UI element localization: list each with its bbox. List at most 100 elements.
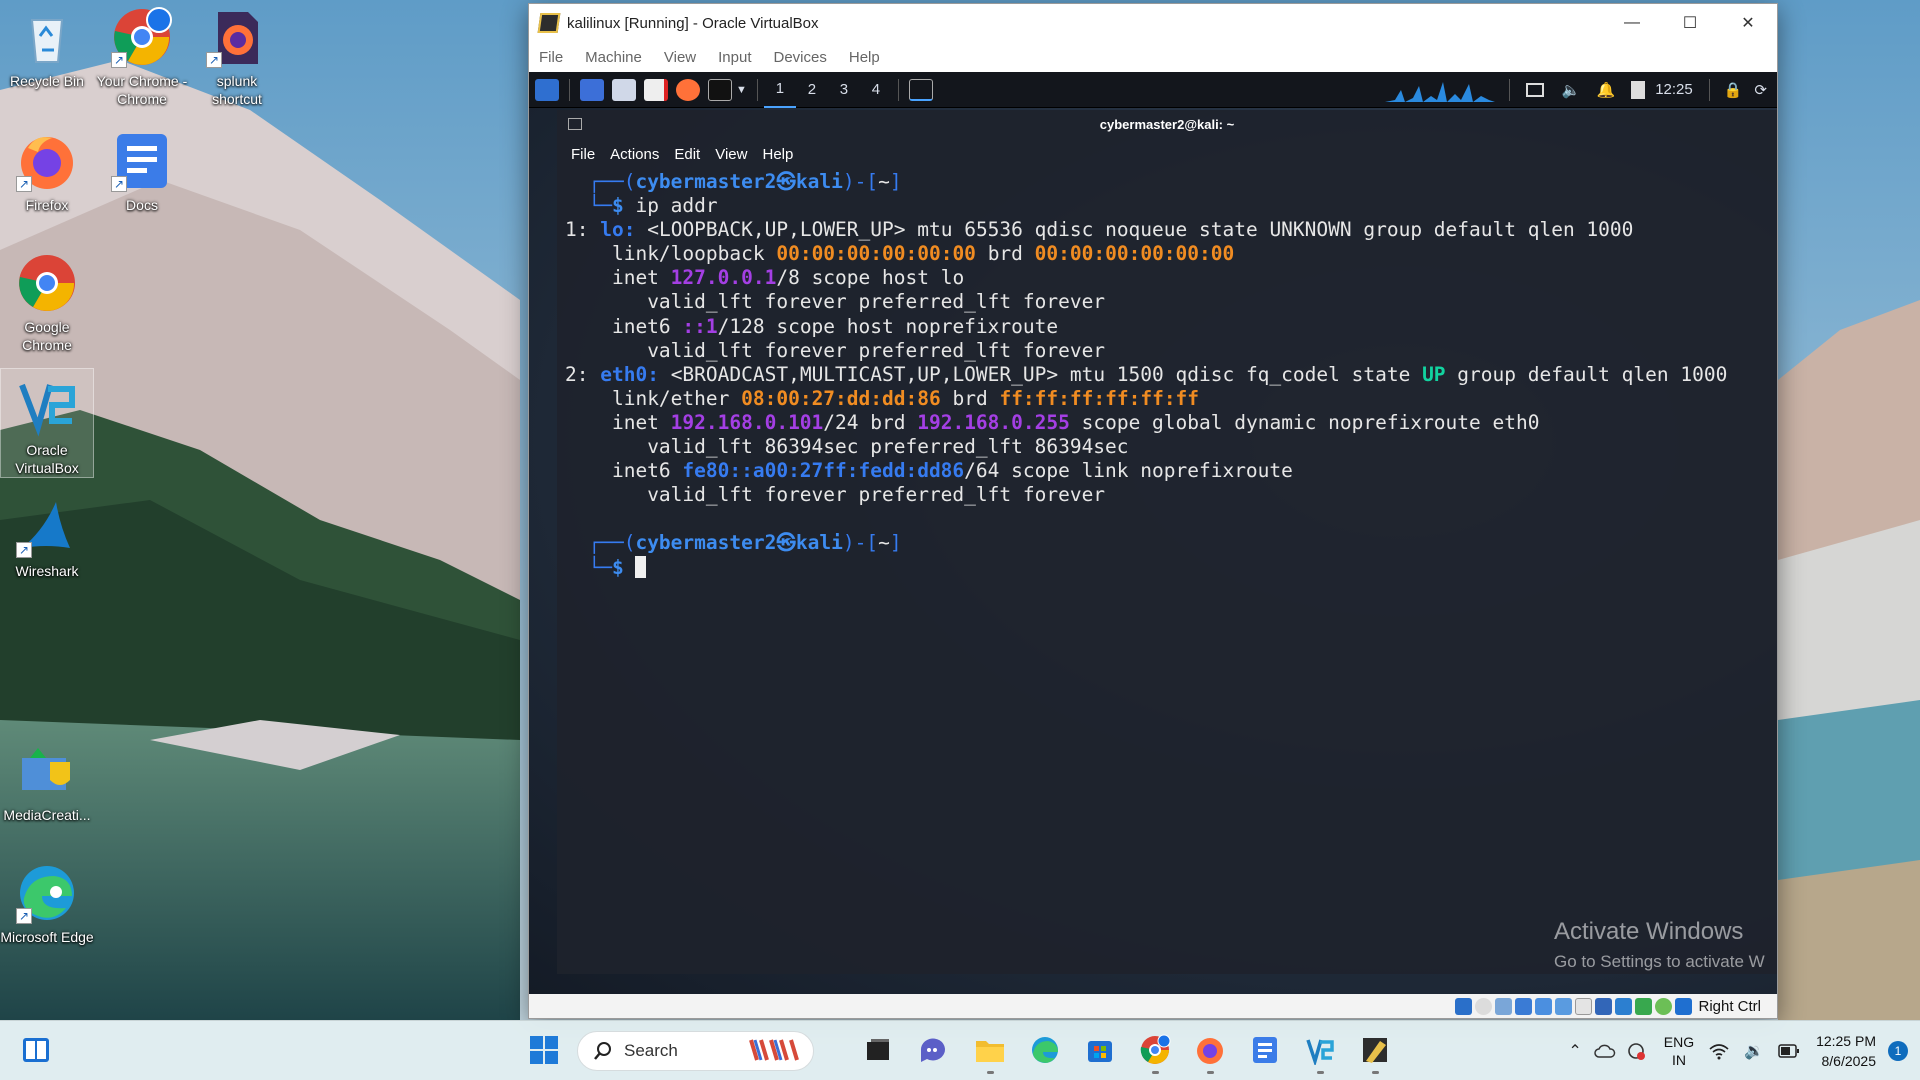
- terminal-launcher-icon[interactable]: [708, 78, 732, 101]
- virtualbox-window[interactable]: kalilinux [Running] - Oracle VirtualBox …: [528, 3, 1778, 1019]
- battery-icon[interactable]: [1631, 80, 1646, 99]
- guest-display[interactable]: ▼ 1 2 3 4 🔈 🔔 12:25 🔒 ⟳ cybermaster2@kal…: [529, 72, 1777, 996]
- desktop-icon-splunk[interactable]: ↗ splunk shortcut: [190, 0, 284, 108]
- panel-separator: [897, 78, 899, 101]
- widgets-button[interactable]: [18, 1032, 54, 1068]
- term-menu-file[interactable]: File: [571, 146, 595, 163]
- term-menu-view[interactable]: View: [715, 146, 747, 163]
- system-tray: ⌃ ENG IN 🔉 12:25 PM 8/6/2025 1: [1568, 1021, 1920, 1080]
- workspace-4[interactable]: 4: [860, 81, 892, 98]
- taskbar-chrome[interactable]: [1137, 1032, 1173, 1074]
- workspace-3[interactable]: 3: [828, 81, 860, 98]
- terminal-task-icon[interactable]: [908, 78, 933, 101]
- text-editor-icon[interactable]: [644, 78, 668, 101]
- storage-status-icon[interactable]: [1455, 997, 1473, 1015]
- mouse-integration-icon[interactable]: [1615, 997, 1633, 1015]
- close-button[interactable]: ✕: [1719, 4, 1777, 42]
- output-lo-link: link/loopback 00:00:00:00:00:00 brd 00:0…: [611, 242, 1235, 266]
- running-indicator: [1152, 1071, 1159, 1074]
- term-menu-edit[interactable]: Edit: [674, 146, 700, 163]
- desktop-icon-recycle-bin[interactable]: Recycle Bin: [0, 0, 94, 90]
- vbox-menu-input[interactable]: Input: [718, 49, 751, 66]
- media-creation-tool-icon: [16, 740, 78, 802]
- running-indicator: [987, 1071, 994, 1074]
- vbox-window-title: kalilinux [Running] - Oracle VirtualBox: [567, 14, 819, 32]
- recording-status-icon[interactable]: [1595, 997, 1613, 1015]
- cpu-status-icon[interactable]: [1635, 997, 1653, 1015]
- battery-icon[interactable]: [1778, 1044, 1800, 1058]
- desktop-icon-google-chrome[interactable]: Google Chrome: [0, 246, 94, 354]
- vbox-menubar: File Machine View Input Devices Help: [529, 42, 1777, 72]
- shared-folder-icon[interactable]: [1555, 997, 1573, 1015]
- vbox-menu-machine[interactable]: Machine: [585, 49, 642, 66]
- host-key-label: Right Ctrl: [1698, 997, 1761, 1015]
- usb-status-icon[interactable]: [1535, 997, 1553, 1015]
- taskbar-teams[interactable]: [915, 1032, 951, 1068]
- vbox-menu-devices[interactable]: Devices: [774, 49, 827, 66]
- terminal-titlebar[interactable]: cybermaster2@kali: ~: [557, 110, 1777, 138]
- input-language-indicator[interactable]: ENG IN: [1664, 1033, 1694, 1069]
- vbox-menu-help[interactable]: Help: [849, 49, 880, 66]
- vbox-titlebar[interactable]: kalilinux [Running] - Oracle VirtualBox …: [529, 4, 1777, 42]
- panel-clock[interactable]: 12:25: [1655, 81, 1693, 98]
- optical-drive-icon[interactable]: [1475, 997, 1493, 1015]
- notification-bell-icon[interactable]: 🔔: [1597, 81, 1616, 99]
- taskbar-docs[interactable]: [1247, 1032, 1283, 1068]
- edge-icon: ↗: [16, 862, 78, 924]
- notification-badge[interactable]: 1: [1888, 1041, 1908, 1061]
- desktop-icon-label: Microsoft Edge: [0, 929, 94, 945]
- desktop-icon-chrome-profile[interactable]: ↗ Your Chrome - Chrome: [95, 0, 189, 108]
- taskbar-file-explorer[interactable]: [972, 1032, 1008, 1074]
- vbox-menu-file[interactable]: File: [539, 49, 563, 66]
- taskbar-kali-vm[interactable]: [1357, 1032, 1393, 1074]
- onedrive-cloud-icon[interactable]: [1594, 1043, 1616, 1059]
- output-eth0-header: 2: eth0: <BROADCAST,MULTICAST,UP,LOWER_U…: [565, 362, 1728, 386]
- output-lo-lft2: valid_lft forever preferred_lft forever: [647, 338, 1106, 362]
- show-hidden-icons-chevron-icon[interactable]: ⌃: [1568, 1041, 1581, 1061]
- taskbar-edge[interactable]: [1027, 1032, 1063, 1068]
- display-status-icon[interactable]: [1575, 997, 1593, 1015]
- wifi-icon[interactable]: [1708, 1042, 1730, 1060]
- desktop-icon-wireshark[interactable]: ↗ Wireshark: [0, 490, 94, 580]
- vbox-menu-view[interactable]: View: [664, 49, 696, 66]
- wireshark-icon: ↗: [16, 496, 78, 558]
- kali-menu-icon[interactable]: [535, 78, 559, 101]
- taskbar-task-view[interactable]: [860, 1032, 896, 1068]
- minimize-button[interactable]: —: [1603, 4, 1661, 42]
- volume-icon[interactable]: 🔉: [1744, 1041, 1764, 1061]
- firefox-icon[interactable]: [676, 78, 700, 101]
- desktop-icon-docs[interactable]: ↗ Docs: [95, 124, 189, 214]
- chevron-down-icon[interactable]: ▼: [736, 84, 747, 96]
- desktop-icon-media-creation[interactable]: MediaCreati...: [0, 734, 94, 824]
- taskbar-store[interactable]: [1082, 1032, 1118, 1068]
- taskbar-virtualbox[interactable]: [1302, 1032, 1338, 1074]
- terminal-output[interactable]: ┌──(cybermaster2㉿kali)-[~] └─$ ip addr 1:…: [557, 170, 1777, 580]
- audio-status-icon[interactable]: [1495, 997, 1513, 1015]
- start-button[interactable]: [526, 1032, 562, 1068]
- taskbar-search-box[interactable]: Search: [577, 1031, 814, 1071]
- terminal-window[interactable]: cybermaster2@kali: ~ File Actions Edit V…: [557, 110, 1777, 974]
- lock-icon[interactable]: 🔒: [1724, 81, 1743, 99]
- taskbar-clock[interactable]: 12:25 PM 8/6/2025: [1816, 1031, 1876, 1071]
- network-status-icon[interactable]: [1515, 997, 1533, 1015]
- maximize-button[interactable]: ☐: [1661, 4, 1719, 42]
- recycle-bin-icon: [16, 6, 78, 68]
- desktop-icon-virtualbox[interactable]: Oracle VirtualBox: [0, 368, 94, 478]
- term-menu-actions[interactable]: Actions: [610, 146, 659, 163]
- clock-time: 12:25 PM: [1816, 1033, 1876, 1049]
- power-icon[interactable]: ⟳: [1754, 81, 1767, 99]
- display-icon[interactable]: [1525, 82, 1544, 97]
- sync-update-icon[interactable]: [1626, 1041, 1646, 1061]
- desktop-icon-edge[interactable]: ↗ Microsoft Edge: [0, 856, 94, 946]
- file-manager-icon[interactable]: [612, 78, 636, 101]
- guest-additions-icon[interactable]: [1655, 997, 1673, 1015]
- workspace-2[interactable]: 2: [796, 81, 828, 98]
- show-desktop-icon[interactable]: [580, 78, 604, 101]
- desktop-icon-firefox[interactable]: ↗ Firefox: [0, 124, 94, 214]
- workspace-1[interactable]: 1: [763, 72, 796, 108]
- prompt-line-input[interactable]: └─$: [565, 555, 1777, 580]
- keyboard-capture-icon[interactable]: [1675, 997, 1693, 1015]
- term-menu-help[interactable]: Help: [762, 146, 793, 163]
- volume-icon[interactable]: 🔈: [1562, 81, 1581, 99]
- taskbar-firefox[interactable]: [1192, 1032, 1228, 1074]
